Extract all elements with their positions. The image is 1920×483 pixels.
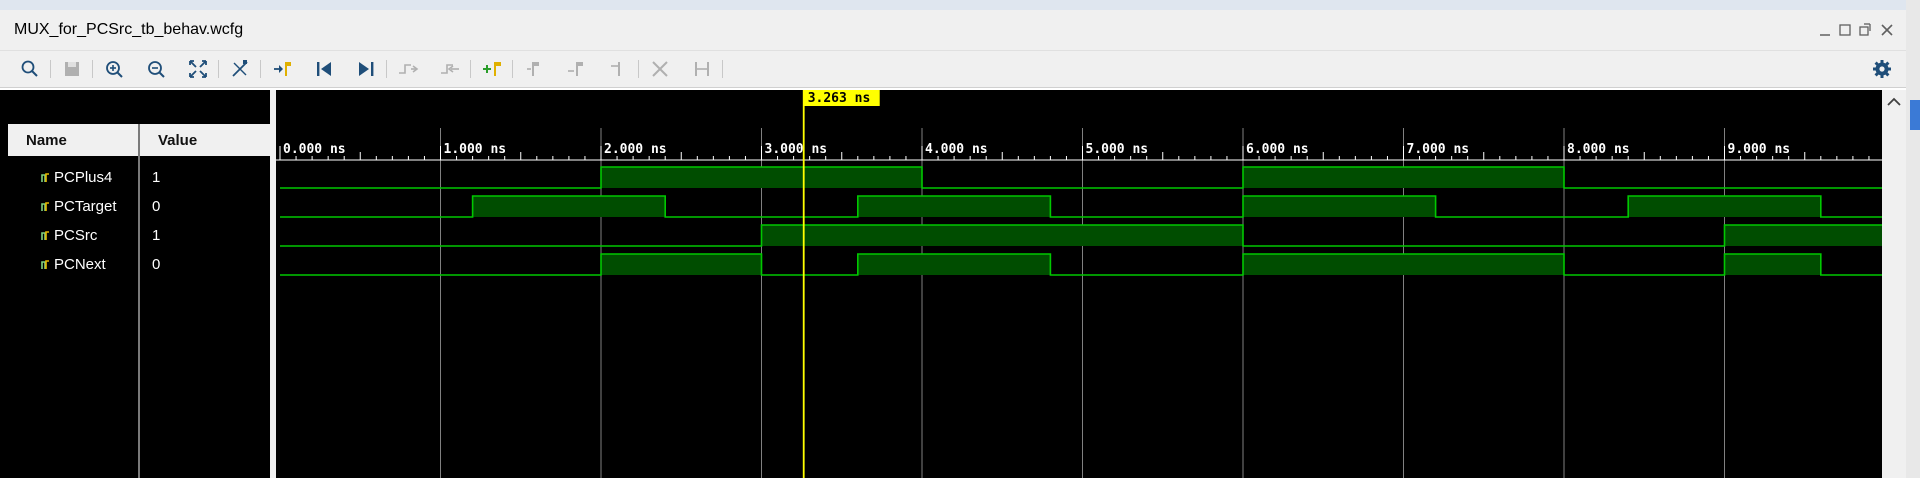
- swap-cursors-icon[interactable]: [564, 57, 588, 81]
- toolbar-separator: [50, 60, 51, 78]
- restore-icon[interactable]: [1838, 22, 1852, 42]
- signal-high-region: [1628, 196, 1821, 217]
- signal-value: 0: [152, 198, 161, 215]
- signal-row-pctarget[interactable]: PCTarget: [8, 195, 138, 219]
- zoom-in-icon[interactable]: [102, 57, 126, 81]
- previous-transition-icon[interactable]: [354, 57, 378, 81]
- time-tick-label: 6.000 ns: [1246, 142, 1309, 157]
- next-transition-icon[interactable]: [396, 57, 420, 81]
- time-tick-label: 2.000 ns: [604, 142, 667, 157]
- go-to-time-zero-icon[interactable]: [270, 57, 294, 81]
- signal-name: PCTarget: [54, 198, 117, 215]
- waveform-viewer[interactable]: 0.000 ns 1.000 ns 2.000 ns 3.000 ns 4.000 ns…: [276, 90, 1886, 478]
- logic-signal-icon: [41, 173, 49, 182]
- previous-marker-icon[interactable]: [480, 57, 504, 81]
- zoom-fit-icon[interactable]: [186, 57, 210, 81]
- search-icon[interactable]: [18, 57, 42, 81]
- signal-value: 1: [152, 169, 161, 186]
- toolbar-separator: [638, 60, 639, 78]
- next-marker-icon[interactable]: [522, 57, 546, 81]
- time-tick-label: 4.000 ns: [925, 142, 988, 157]
- zoom-out-icon[interactable]: [144, 57, 168, 81]
- toolbar-separator: [260, 60, 261, 78]
- signal-value: 0: [152, 256, 161, 273]
- logic-signal-icon: [41, 260, 49, 269]
- toolbar-separator: [470, 60, 471, 78]
- time-tick-label: 5.000 ns: [1086, 142, 1149, 157]
- close-icon[interactable]: [1880, 22, 1894, 42]
- minimize-icon[interactable]: [1818, 22, 1832, 42]
- delete-marker-icon[interactable]: [606, 57, 630, 81]
- time-tick-label: 9.000 ns: [1728, 142, 1791, 157]
- signal-high-region: [857, 254, 1051, 275]
- float-icon[interactable]: [1858, 22, 1872, 42]
- signal-name-column: PCPlus4 PCTarget PCSrc PCNext: [8, 156, 138, 478]
- toolbar-separator: [218, 60, 219, 78]
- save-icon[interactable]: [60, 57, 84, 81]
- signal-row-pcplus4[interactable]: PCPlus4: [8, 166, 138, 190]
- signal-value-pctarget: 0: [140, 195, 270, 219]
- cursor-to-zero-icon[interactable]: [228, 57, 252, 81]
- window-title: MUX_for_PCSrc_tb_behav.wcfg: [14, 21, 244, 38]
- go-to-last-time-icon[interactable]: [312, 57, 336, 81]
- window-top-edge: [0, 0, 1906, 10]
- name-column-label: Name: [26, 132, 67, 149]
- signal-row-pcnext[interactable]: PCNext: [8, 253, 138, 277]
- value-column-header[interactable]: Value: [140, 124, 270, 156]
- toolbar-separator: [512, 60, 513, 78]
- vertical-scrollbar[interactable]: [1882, 90, 1906, 478]
- window-right-edge: [1906, 0, 1920, 478]
- snap-to-transition-icon[interactable]: [690, 57, 714, 81]
- objects-pane: Name Value PCPlus4 PCTarget PCSrc PCNext…: [0, 90, 270, 478]
- signal-high-region: [1243, 254, 1564, 275]
- waveform-toolbar: [0, 51, 1906, 88]
- signal-high-region: [761, 225, 1243, 246]
- signal-name: PCNext: [54, 256, 106, 273]
- time-tick-label: 7.000 ns: [1407, 142, 1470, 157]
- waveform-canvas[interactable]: 0.000 ns 1.000 ns 2.000 ns 3.000 ns 4.000 ns…: [276, 90, 1886, 478]
- signal-high-region: [1724, 254, 1821, 275]
- signal-high-region: [1243, 196, 1436, 217]
- signal-high-region: [472, 196, 666, 217]
- signal-name: PCPlus4: [54, 169, 113, 186]
- name-column-header[interactable]: Name: [8, 124, 139, 156]
- toolbar-separator: [722, 60, 723, 78]
- signal-high-region: [1724, 225, 1885, 246]
- toolbar-separator: [386, 60, 387, 78]
- signal-trace-pcnext[interactable]: [280, 253, 1885, 276]
- logic-signal-icon: [41, 231, 49, 240]
- signal-name: PCSrc: [54, 227, 98, 244]
- signal-high-region: [1243, 167, 1564, 188]
- waveform-window-titlebar: MUX_for_PCSrc_tb_behav.wcfg: [0, 10, 1906, 51]
- signal-value-pcsrc: 1: [140, 224, 270, 248]
- signal-high-region: [857, 196, 1051, 217]
- signal-value-column: 1 0 1 0: [140, 156, 270, 478]
- time-tick-label: 0.000 ns: [283, 142, 346, 157]
- signal-row-pcsrc[interactable]: PCSrc: [8, 224, 138, 248]
- time-tick-label: 1.000 ns: [444, 142, 507, 157]
- time-tick-label: 3.000 ns: [765, 142, 828, 157]
- gear-icon[interactable]: [1870, 57, 1894, 81]
- signal-trace-pcplus4[interactable]: [280, 166, 1885, 189]
- scroll-up-icon[interactable]: [1882, 90, 1906, 114]
- logic-signal-icon: [41, 202, 49, 211]
- signal-high-region: [601, 167, 922, 188]
- signal-value: 1: [152, 227, 161, 244]
- time-tick-label: 8.000 ns: [1567, 142, 1630, 157]
- add-marker-icon[interactable]: [438, 57, 462, 81]
- signal-high-region: [601, 254, 762, 275]
- close-marker-icon[interactable]: [648, 57, 672, 81]
- toolbar-separator: [92, 60, 93, 78]
- signal-value-pcnext: 0: [140, 253, 270, 277]
- cursor-time-label: 3.263 ns: [808, 91, 871, 106]
- signal-value-pcplus4: 1: [140, 166, 270, 190]
- value-column-label: Value: [158, 132, 198, 149]
